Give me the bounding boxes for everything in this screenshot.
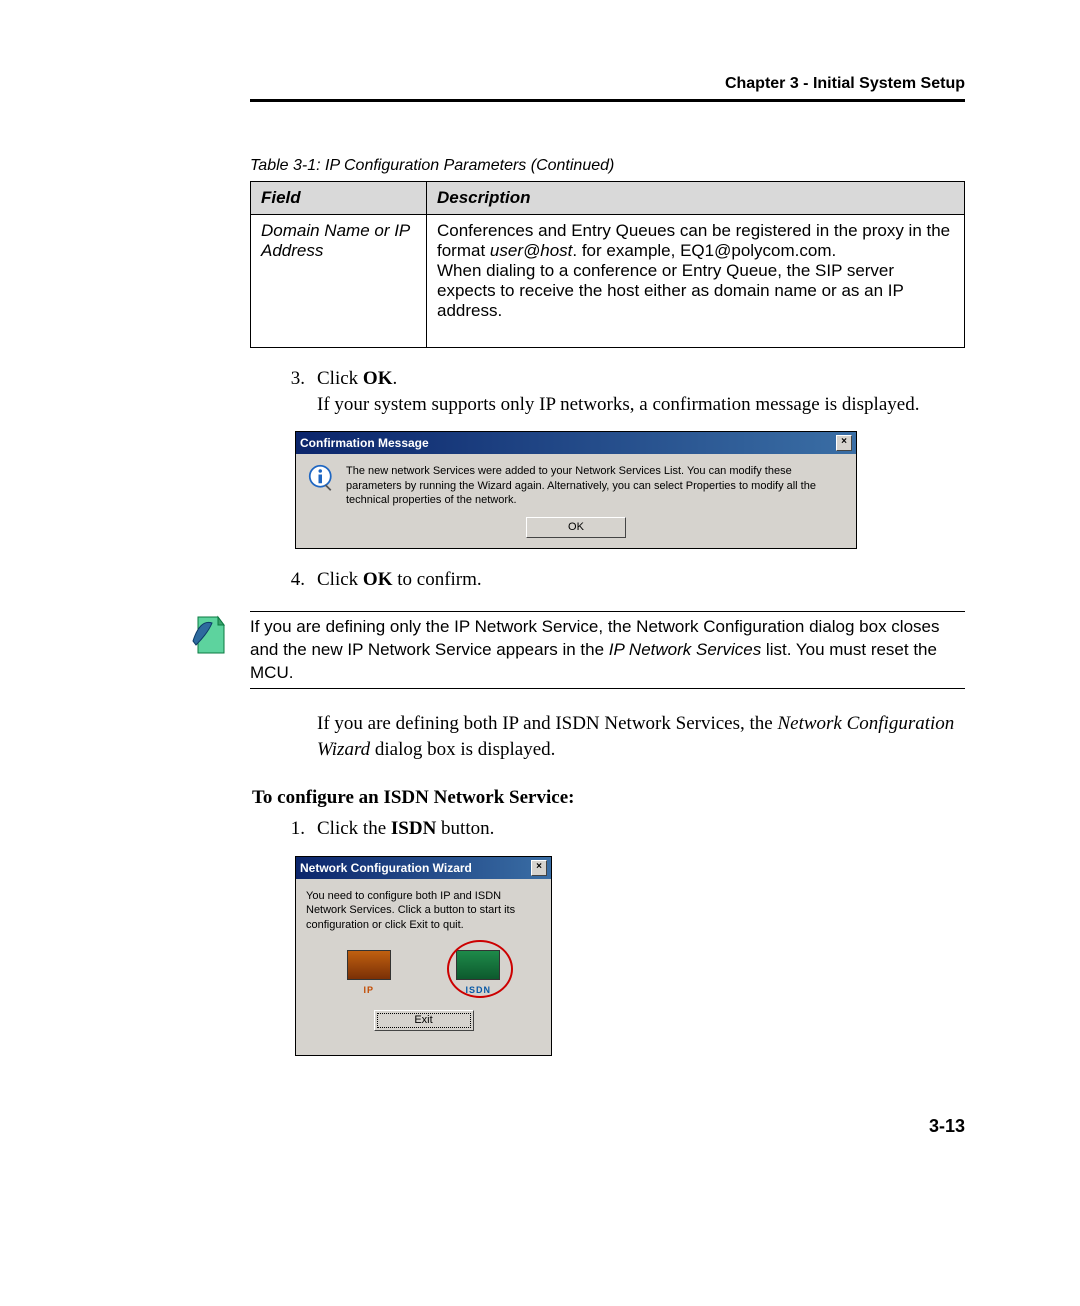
isdn-step1-post: button.: [436, 818, 494, 839]
desc-italic: user@host: [490, 241, 572, 260]
wizard-titlebar: Network Configuration Wizard ×: [296, 857, 551, 879]
note-italic: IP Network Services: [609, 640, 761, 659]
wizard-message: You need to configure both IP and ISDN N…: [306, 889, 541, 932]
header-rule: [250, 99, 965, 102]
td-desc: Conferences and Entry Queues can be regi…: [427, 215, 965, 348]
after-note-p2: dialog box is displayed.: [370, 739, 555, 760]
close-icon[interactable]: ×: [836, 435, 852, 451]
note-text: If you are defining only the IP Network …: [250, 611, 965, 690]
isdn-step1-num: 1.: [250, 816, 317, 842]
step3-bold: OK: [363, 368, 393, 389]
exit-button[interactable]: Exit: [374, 1010, 474, 1031]
wizard-dialog: Network Configuration Wizard × You need …: [295, 856, 552, 1056]
isdn-step1-pre: Click the: [317, 818, 391, 839]
after-note-p1: If you are defining both IP and ISDN Net…: [317, 713, 777, 734]
step3-num: 3.: [250, 366, 317, 417]
confirmation-dialog: Confirmation Message × The new network S…: [295, 431, 857, 549]
ip-chip-icon: [347, 950, 391, 980]
after-note-para: If you are defining both IP and ISDN Net…: [250, 711, 965, 762]
isdn-step-1: 1. Click the ISDN button.: [250, 816, 965, 842]
ip-label: IP: [340, 984, 398, 996]
th-field: Field: [251, 182, 427, 215]
ip-button[interactable]: IP: [340, 950, 398, 996]
step3-post: .: [392, 368, 397, 389]
isdn-chip-icon: [456, 950, 500, 980]
step4-pre: Click: [317, 569, 363, 590]
dialog-message: The new network Services were added to y…: [346, 464, 844, 507]
isdn-label: ISDN: [449, 984, 507, 996]
page-number: 3-13: [250, 1116, 965, 1137]
desc-text2: . for example, EQ1@polycom.com.: [572, 241, 836, 260]
step3-pre: Click: [317, 368, 363, 389]
isdn-step1-bold: ISDN: [391, 818, 436, 839]
wizard-title: Network Configuration Wizard: [300, 860, 472, 876]
isdn-heading: To configure an ISDN Network Service:: [252, 785, 965, 811]
dialog-titlebar: Confirmation Message ×: [296, 432, 856, 454]
step-4: 4. Click OK to confirm.: [250, 567, 965, 593]
step-3: 3. Click OK. If your system supports onl…: [250, 366, 965, 417]
th-desc: Description: [427, 182, 965, 215]
param-table: Field Description Domain Name or IP Addr…: [250, 181, 965, 348]
ok-button[interactable]: OK: [526, 517, 626, 538]
step4-bold: OK: [363, 569, 393, 590]
step4-post: to confirm.: [392, 569, 481, 590]
step3-line2: If your system supports only IP networks…: [317, 394, 919, 415]
table-caption: Table 3-1: IP Configuration Parameters (…: [250, 157, 965, 175]
td-field: Domain Name or IP Address: [251, 215, 427, 348]
note-icon: [190, 611, 230, 659]
desc-p2: When dialing to a conference or Entry Qu…: [437, 261, 904, 320]
isdn-button[interactable]: ISDN: [449, 950, 507, 996]
step4-num: 4.: [250, 567, 317, 593]
note-row: If you are defining only the IP Network …: [190, 611, 965, 690]
info-icon: [308, 464, 336, 492]
page-header: Chapter 3 - Initial System Setup: [250, 75, 965, 93]
dialog-title: Confirmation Message: [300, 435, 429, 451]
close-icon[interactable]: ×: [531, 860, 547, 876]
